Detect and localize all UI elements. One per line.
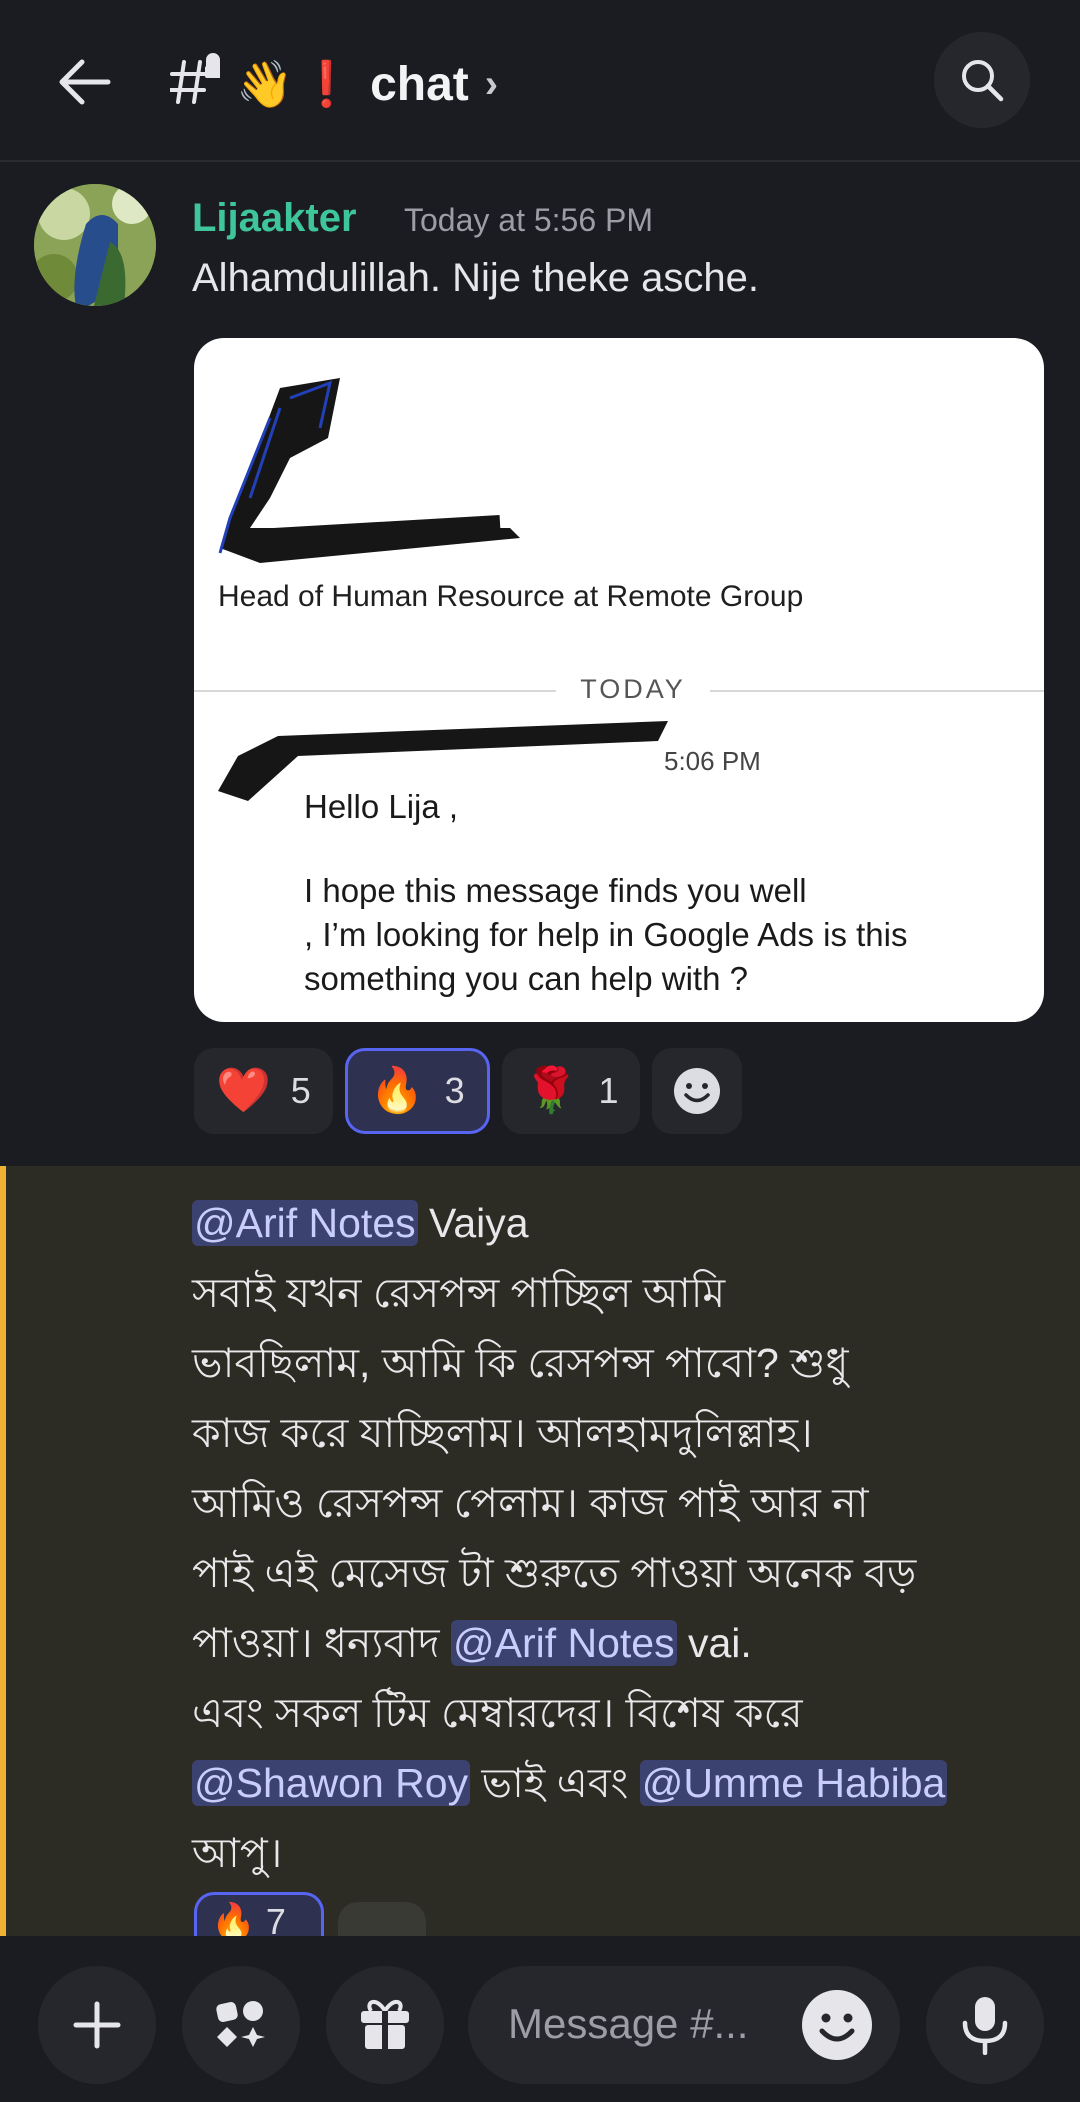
message-composer: Message #... xyxy=(0,1936,1080,2102)
message-line: @Arif Notes Vaiya xyxy=(192,1188,1052,1258)
message-text: Vaiya xyxy=(417,1200,529,1246)
message-text: vai. xyxy=(676,1620,752,1666)
avatar[interactable] xyxy=(34,184,156,306)
attach-button[interactable] xyxy=(38,1966,156,2084)
message-line: @Shawon Roy ভাই এবং @Umme Habiba xyxy=(192,1748,1052,1818)
message-line: আপু। xyxy=(192,1830,283,1876)
search-icon xyxy=(962,60,1004,102)
voice-message-button[interactable] xyxy=(926,1966,1044,2084)
reaction-heart[interactable]: ❤️ 5 xyxy=(194,1048,333,1134)
message-line: সবাই যখন রেসপন্স পাচ্ছিল আমি xyxy=(192,1270,726,1316)
message-author[interactable]: Lijaakter xyxy=(192,196,357,241)
smiley-icon xyxy=(674,1068,721,1114)
redaction-scribble xyxy=(218,378,520,563)
message-time: 5:06 PM xyxy=(664,746,761,776)
plus-icon xyxy=(73,2001,121,2049)
message-timestamp: Today at 5:56 PM xyxy=(404,202,654,238)
reaction-rose[interactable]: 🌹 1 xyxy=(501,1048,641,1134)
channel-title[interactable]: 👋 ❗ chat › xyxy=(236,48,498,120)
exclamation-emoji: ❗ xyxy=(299,60,355,109)
fire-emoji: 🔥 xyxy=(369,1066,425,1115)
user-mention[interactable]: @Arif Notes xyxy=(450,1620,677,1666)
attachment-text-line: something you can help with ? xyxy=(304,960,748,997)
message-body: @Arif Notes Vaiya সবাই যখন রেসপন্স পাচ্ছ… xyxy=(192,1188,1052,1888)
emoji-button[interactable] xyxy=(802,1990,872,2060)
message-line: আমিও রেসপন্স পেলাম। কাজ পাই আর না xyxy=(192,1480,869,1526)
profile-role: Head of Human Resource at Remote Group xyxy=(218,580,804,613)
message-input[interactable]: Message #... xyxy=(468,1966,900,2084)
message-line: ভাবছিলাম, আমি কি রেসপন্স পাবো? শুধু xyxy=(192,1340,849,1386)
user-mention[interactable]: @Shawon Roy xyxy=(192,1760,471,1806)
channel-header: 👋 ❗ chat › xyxy=(0,0,1080,162)
smiley-icon xyxy=(804,1992,870,2058)
back-button[interactable] xyxy=(48,46,120,118)
message-line: পাই এই মেসেজ টা শুরুতে পাওয়া অনেক বড় xyxy=(192,1550,917,1596)
attachment-text-line: Hello Lija , xyxy=(304,788,459,825)
gift-button[interactable] xyxy=(326,1966,444,2084)
user-mention[interactable]: @Arif Notes xyxy=(192,1200,418,1246)
image-attachment[interactable]: Head of Human Resource at Remote Group T… xyxy=(194,338,1044,1022)
chevron-right-icon: › xyxy=(484,61,499,106)
reaction-fire[interactable]: 🔥 3 xyxy=(344,1048,490,1134)
attachment-text-line: I hope this message finds you well xyxy=(304,872,807,909)
message-line: এবং সকল টিম মেম্বারদের। বিশেষ করে xyxy=(192,1690,803,1736)
message-text: Alhamdulillah. Nije theke asche. xyxy=(192,256,759,300)
reaction-bar: ❤️ 5 🔥 3 🌹 1 xyxy=(194,1048,743,1134)
reaction-count: 3 xyxy=(444,1070,465,1111)
search-button[interactable] xyxy=(934,32,1030,128)
microphone-icon xyxy=(962,1997,1008,2055)
message-line: কাজ করে যাচ্ছিলাম। আলহামদুলিল্লাহ। xyxy=(192,1410,813,1456)
rose-emoji: 🌹 xyxy=(523,1066,579,1115)
message-text: ভাই এবং xyxy=(470,1760,640,1806)
date-divider-label: TODAY xyxy=(580,674,686,704)
apps-button[interactable] xyxy=(182,1966,300,2084)
waving-hand-emoji: 👋 xyxy=(236,57,294,110)
channel-name-label: chat xyxy=(370,57,469,111)
text-channel-icon xyxy=(168,52,221,110)
heart-emoji: ❤️ xyxy=(216,1066,271,1115)
divider xyxy=(194,690,556,692)
message-line: পাওয়া। ধন্যবাদ @Arif Notes vai. xyxy=(192,1608,1052,1678)
user-mention[interactable]: @Umme Habiba xyxy=(639,1760,948,1806)
mention-highlight-bar xyxy=(0,1166,6,1936)
apps-icon xyxy=(216,2001,265,2047)
gift-icon xyxy=(361,2000,409,2049)
message-text: পাওয়া। ধন্যবাদ xyxy=(192,1620,451,1666)
reaction-count: 5 xyxy=(290,1070,311,1111)
highlighted-message: @Arif Notes Vaiya সবাই যখন রেসপন্স পাচ্ছ… xyxy=(0,1166,1080,1952)
reaction-count: 1 xyxy=(598,1070,619,1111)
add-reaction-button[interactable] xyxy=(652,1048,743,1134)
divider xyxy=(710,690,1044,692)
message-placeholder: Message #... xyxy=(508,2000,749,2047)
arrow-left-icon xyxy=(59,59,111,105)
attachment-text-line: , I’m looking for help in Google Ads is … xyxy=(304,916,908,953)
